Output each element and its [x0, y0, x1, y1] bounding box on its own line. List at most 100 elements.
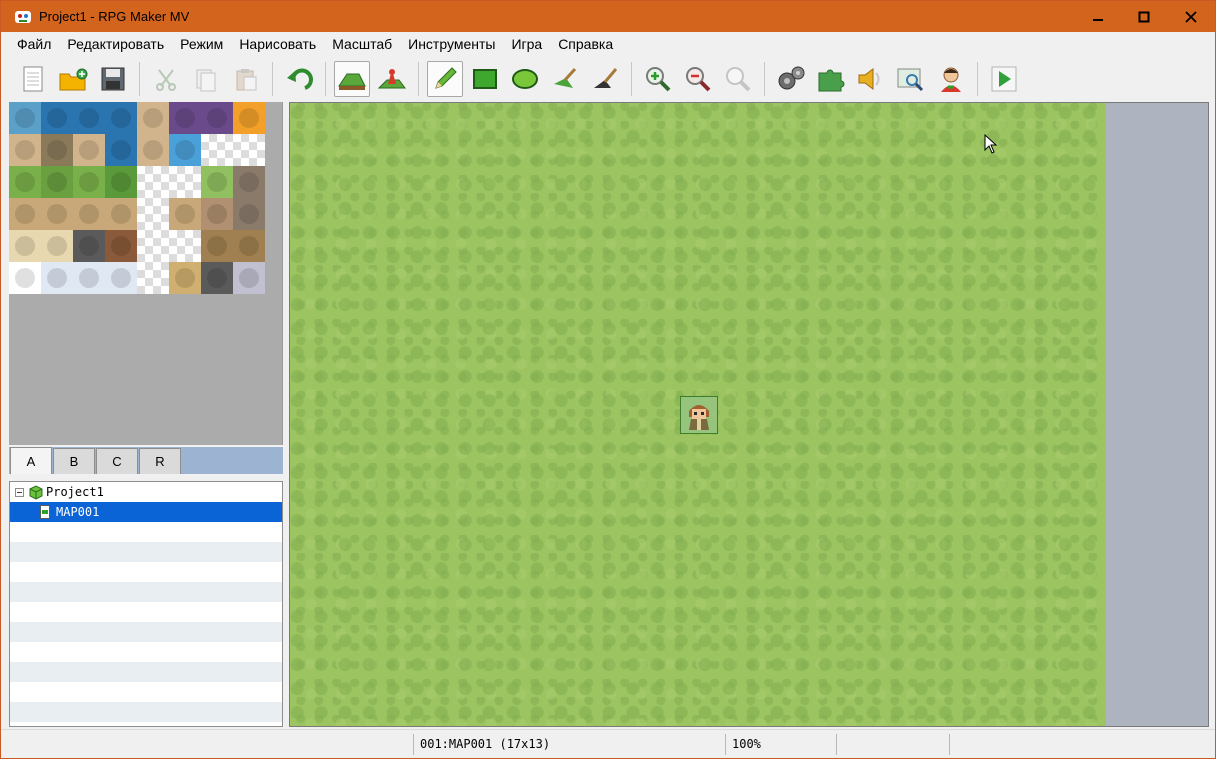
mouse-cursor-icon	[984, 134, 998, 154]
map-tree[interactable]: Project1 MAP001	[9, 481, 283, 727]
tile-swatch[interactable]	[73, 262, 105, 294]
tileset-palette[interactable]	[9, 102, 283, 445]
tile-swatch[interactable]	[105, 102, 137, 134]
tab-b[interactable]: B	[53, 448, 95, 474]
tile-swatch[interactable]	[233, 102, 265, 134]
sound-test-button[interactable]	[853, 61, 889, 97]
tile-swatch[interactable]	[73, 134, 105, 166]
menu-mode[interactable]: Режим	[172, 32, 231, 56]
tile-swatch[interactable]	[105, 198, 137, 230]
new-project-button[interactable]	[15, 61, 51, 97]
collapse-icon[interactable]	[15, 487, 24, 497]
tab-r[interactable]: R	[139, 448, 181, 474]
tile-swatch[interactable]	[169, 230, 201, 262]
tile-swatch[interactable]	[9, 166, 41, 198]
undo-button[interactable]	[281, 61, 317, 97]
tile-swatch[interactable]	[201, 198, 233, 230]
tile-swatch[interactable]	[9, 230, 41, 262]
menu-tools[interactable]: Инструменты	[400, 32, 503, 56]
paste-button[interactable]	[228, 61, 264, 97]
tile-swatch[interactable]	[201, 102, 233, 134]
tile-swatch[interactable]	[201, 262, 233, 294]
zoom-out-button[interactable]	[680, 61, 716, 97]
tile-swatch[interactable]	[73, 230, 105, 262]
flood-fill-button[interactable]	[547, 61, 583, 97]
open-project-button[interactable]	[55, 61, 91, 97]
tile-swatch[interactable]	[41, 134, 73, 166]
zoom-in-button[interactable]	[640, 61, 676, 97]
character-generator-button[interactable]	[933, 61, 969, 97]
tile-swatch[interactable]	[201, 134, 233, 166]
tile-swatch[interactable]	[105, 134, 137, 166]
tree-empty-row	[10, 702, 282, 722]
tile-swatch[interactable]	[9, 134, 41, 166]
tile-swatch[interactable]	[169, 134, 201, 166]
tile-swatch[interactable]	[169, 102, 201, 134]
map-canvas[interactable]	[289, 102, 1209, 727]
tile-grid[interactable]	[9, 102, 266, 294]
tile-swatch[interactable]	[233, 134, 265, 166]
tile-swatch[interactable]	[201, 166, 233, 198]
tile-swatch[interactable]	[41, 230, 73, 262]
tile-swatch[interactable]	[169, 198, 201, 230]
pencil-button[interactable]	[427, 61, 463, 97]
ellipse-button[interactable]	[507, 61, 543, 97]
rectangle-button[interactable]	[467, 61, 503, 97]
tile-swatch[interactable]	[137, 166, 169, 198]
minimize-button[interactable]	[1075, 1, 1121, 32]
tile-swatch[interactable]	[105, 166, 137, 198]
tile-swatch[interactable]	[233, 262, 265, 294]
tile-swatch[interactable]	[137, 134, 169, 166]
tile-swatch[interactable]	[41, 166, 73, 198]
tile-swatch[interactable]	[73, 102, 105, 134]
rpg-maker-app-icon[interactable]	[15, 9, 31, 25]
event-mode-button[interactable]	[374, 61, 410, 97]
menu-draw[interactable]: Нарисовать	[231, 32, 324, 56]
zoom-actual-button[interactable]	[720, 61, 756, 97]
tile-swatch[interactable]	[73, 198, 105, 230]
plugin-manager-button[interactable]	[813, 61, 849, 97]
tile-swatch[interactable]	[105, 262, 137, 294]
tile-swatch[interactable]	[41, 198, 73, 230]
menu-file[interactable]: Файл	[9, 32, 59, 56]
tile-swatch[interactable]	[137, 262, 169, 294]
copy-button[interactable]	[188, 61, 224, 97]
event-searcher-button[interactable]	[893, 61, 929, 97]
tile-swatch[interactable]	[233, 198, 265, 230]
tile-swatch[interactable]	[105, 230, 137, 262]
tree-item-map[interactable]: MAP001	[10, 502, 282, 522]
tile-swatch[interactable]	[41, 102, 73, 134]
menu-scale[interactable]: Масштаб	[324, 32, 400, 56]
tile-swatch[interactable]	[233, 230, 265, 262]
tile-swatch[interactable]	[73, 166, 105, 198]
tab-c[interactable]: C	[96, 448, 138, 474]
maximize-button[interactable]	[1121, 1, 1167, 32]
tile-swatch[interactable]	[137, 230, 169, 262]
save-project-button[interactable]	[95, 61, 131, 97]
tile-swatch[interactable]	[233, 166, 265, 198]
toolbar-separator	[325, 62, 326, 96]
menu-help[interactable]: Справка	[550, 32, 621, 56]
cut-button[interactable]	[148, 61, 184, 97]
tile-swatch[interactable]	[9, 102, 41, 134]
menu-game[interactable]: Игра	[503, 32, 550, 56]
tile-swatch[interactable]	[9, 262, 41, 294]
tile-swatch[interactable]	[169, 166, 201, 198]
tile-swatch[interactable]	[41, 262, 73, 294]
menu-edit[interactable]: Редактировать	[59, 32, 172, 56]
tile-swatch[interactable]	[201, 230, 233, 262]
database-button[interactable]	[773, 61, 809, 97]
tile-swatch[interactable]	[137, 102, 169, 134]
tile-swatch[interactable]	[9, 198, 41, 230]
tile-swatch[interactable]	[137, 198, 169, 230]
shadow-pen-button[interactable]	[587, 61, 623, 97]
playtest-button[interactable]	[986, 61, 1022, 97]
tree-item-project[interactable]: Project1	[10, 482, 282, 502]
event-character-tile[interactable]	[680, 396, 718, 434]
map-mode-button[interactable]	[334, 61, 370, 97]
close-button[interactable]	[1167, 1, 1215, 32]
tile-swatch[interactable]	[169, 262, 201, 294]
tab-a[interactable]: A	[10, 447, 52, 474]
tree-empty-row	[10, 642, 282, 662]
title-bar[interactable]: Project1 - RPG Maker MV	[1, 1, 1215, 32]
